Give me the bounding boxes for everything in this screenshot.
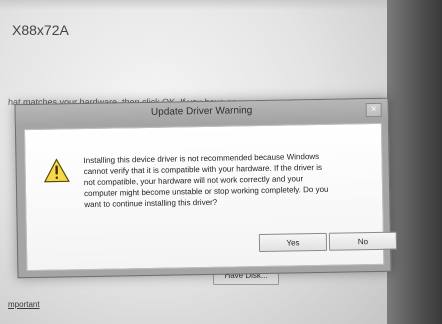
no-button[interactable]: No xyxy=(328,231,398,251)
hardware-id-text: X88x72A xyxy=(12,22,69,38)
monitor-bezel xyxy=(387,0,442,324)
close-icon: × xyxy=(370,103,377,116)
yes-button[interactable]: Yes xyxy=(258,232,328,253)
important-link[interactable]: mportant xyxy=(8,300,40,309)
dialog-message: Installing this device driver is not rec… xyxy=(83,150,374,210)
dialog-body: Installing this device driver is not rec… xyxy=(23,122,398,272)
dialog-title: Update Driver Warning xyxy=(150,105,253,118)
close-button[interactable]: × xyxy=(365,102,382,118)
update-driver-warning-dialog: Update Driver Warning × Installing this … xyxy=(14,97,398,279)
warning-icon xyxy=(43,158,70,183)
